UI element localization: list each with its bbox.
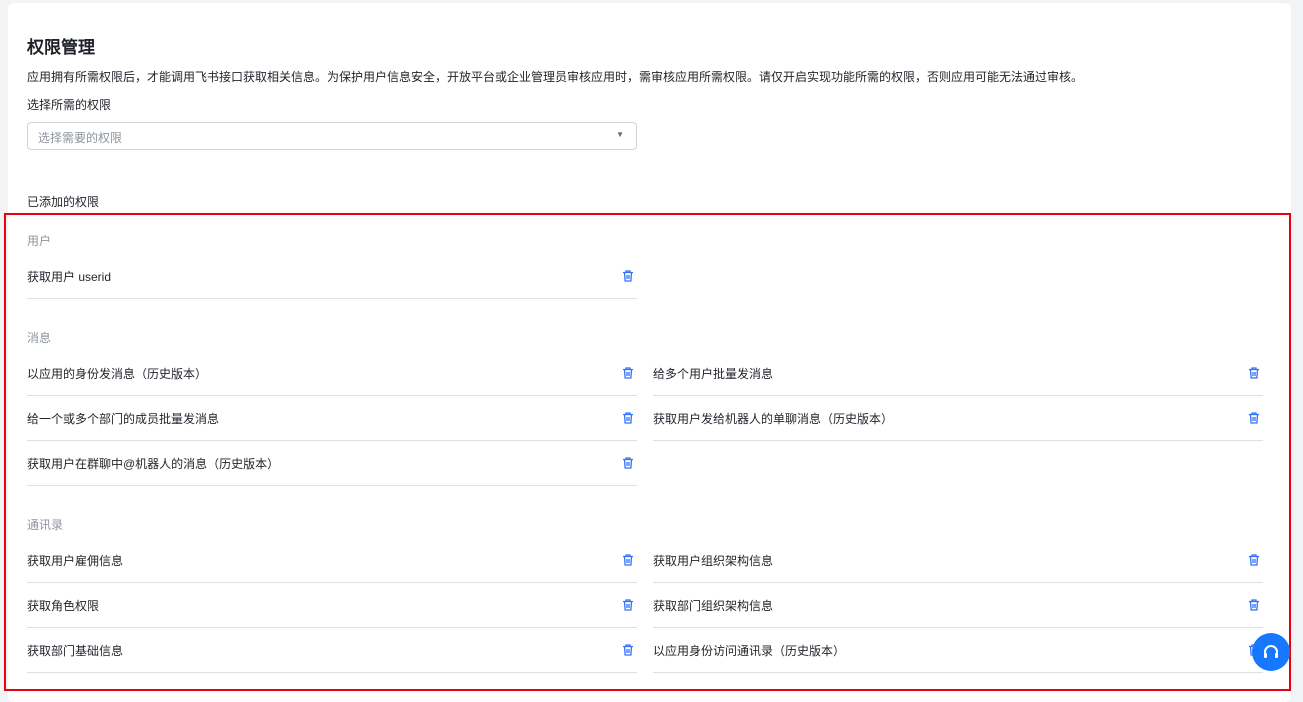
delete-trash-icon[interactable] [621, 456, 635, 470]
delete-trash-icon[interactable] [621, 643, 635, 657]
permission-name: 获取用户 userid [27, 269, 112, 284]
permission-name: 获取部门组织架构信息 [653, 598, 774, 613]
section-label: 消息 [27, 331, 52, 345]
permission-item: 获取用户在群聊中@机器人的消息（历史版本） [27, 441, 637, 486]
page-description: 应用拥有所需权限后，才能调用飞书接口获取相关信息。为保护用户信息安全，开放平台或… [27, 70, 1084, 84]
permission-item: 给一个或多个部门的成员批量发消息 [27, 396, 637, 441]
permission-name: 获取部门基础信息 [27, 643, 124, 658]
permission-item: 获取用户组织架构信息 [653, 538, 1263, 583]
permission-select[interactable]: 选择需要的权限 ▼ [27, 122, 637, 150]
permission-section: 消息以应用的身份发消息（历史版本） 给多个用户批量发消息给一个或多个部门的成员批量… [27, 329, 1263, 486]
permission-item: 以应用的身份发消息（历史版本） [27, 351, 637, 396]
permission-name: 获取用户发给机器人的单聊消息（历史版本） [653, 411, 894, 426]
delete-trash-icon[interactable] [621, 553, 635, 567]
section-label: 用户 [27, 234, 52, 248]
permission-name: 以应用身份访问通讯录（历史版本） [653, 643, 846, 658]
help-button[interactable] [1252, 633, 1290, 671]
permission-name: 给一个或多个部门的成员批量发消息 [27, 411, 220, 426]
permission-item: 获取用户雇佣信息 [27, 538, 637, 583]
permission-item: 获取部门基础信息 [27, 628, 637, 673]
caret-down-icon: ▼ [616, 130, 624, 139]
delete-trash-icon[interactable] [621, 411, 635, 425]
permission-name: 获取用户组织架构信息 [653, 553, 774, 568]
permission-section: 用户获取用户 userid [27, 232, 1263, 299]
permission-item: 获取用户 userid [27, 254, 637, 299]
permission-name: 给多个用户批量发消息 [653, 366, 774, 381]
delete-trash-icon[interactable] [1247, 366, 1261, 380]
permission-name: 获取用户在群聊中@机器人的消息（历史版本） [27, 456, 280, 471]
added-permissions-label: 已添加的权限 [27, 195, 100, 209]
page-title: 权限管理 [27, 38, 95, 57]
permission-item: 以应用身份访问通讯录（历史版本） [653, 628, 1263, 673]
permission-name: 获取角色权限 [27, 598, 100, 613]
select-label: 选择所需的权限 [27, 98, 112, 112]
permission-item: 获取角色权限 [27, 583, 637, 628]
permission-item: 获取用户发给机器人的单聊消息（历史版本） [653, 396, 1263, 441]
permission-section: 通讯录获取用户雇佣信息 获取用户组织架构信息获取角色权限 获取部门组织架构信息获取部… [27, 516, 1263, 673]
delete-trash-icon[interactable] [621, 366, 635, 380]
section-label: 通讯录 [27, 518, 64, 532]
delete-trash-icon[interactable] [1247, 598, 1261, 612]
delete-trash-icon[interactable] [621, 269, 635, 283]
headset-icon [1264, 645, 1278, 658]
delete-trash-icon[interactable] [621, 598, 635, 612]
permission-item: 给多个用户批量发消息 [653, 351, 1263, 396]
permission-name: 以应用的身份发消息（历史版本） [27, 366, 208, 381]
select-placeholder: 选择需要的权限 [38, 131, 123, 145]
permission-name: 获取用户雇佣信息 [27, 553, 124, 568]
delete-trash-icon[interactable] [1247, 411, 1261, 425]
permission-item: 获取部门组织架构信息 [653, 583, 1263, 628]
delete-trash-icon[interactable] [1247, 553, 1261, 567]
